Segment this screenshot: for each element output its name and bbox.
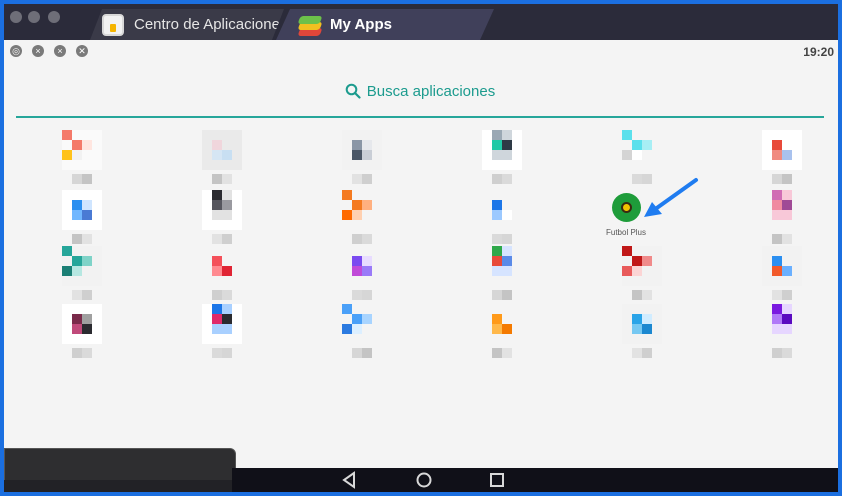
obscured-app-icon — [622, 304, 662, 344]
obscured-app-tile[interactable] — [162, 130, 282, 188]
obscured-app-tile[interactable] — [162, 246, 282, 304]
obscured-app-icon — [62, 246, 102, 286]
obscured-app-label — [162, 348, 282, 360]
obscured-app-icon — [62, 304, 102, 344]
obscured-app-tile[interactable] — [442, 130, 562, 188]
obscured-app-tile[interactable] — [722, 130, 838, 188]
app-grid — [4, 4, 838, 492]
obscured-app-icon — [202, 246, 242, 286]
obscured-app-label — [162, 290, 282, 302]
obscured-app-label — [722, 234, 838, 246]
obscured-app-label — [442, 174, 562, 186]
obscured-app-tile[interactable] — [302, 304, 422, 362]
obscured-app-icon — [622, 246, 662, 286]
bluestacks-window: Centro de Aplicaciones My Apps ◎ × × ✕ 1… — [4, 4, 838, 492]
obscured-app-tile[interactable] — [22, 130, 142, 188]
obscured-app-tile[interactable] — [162, 190, 282, 248]
obscured-app-icon — [482, 190, 522, 230]
recents-icon[interactable] — [488, 471, 506, 489]
obscured-app-label — [162, 234, 282, 246]
obscured-app-label — [442, 348, 562, 360]
obscured-app-icon — [762, 304, 802, 344]
obscured-app-label — [302, 290, 422, 302]
obscured-app-tile[interactable] — [302, 190, 422, 248]
obscured-app-tile[interactable] — [442, 190, 562, 248]
obscured-app-icon — [342, 304, 382, 344]
obscured-app-tile[interactable] — [722, 304, 838, 362]
obscured-app-icon — [762, 130, 802, 170]
obscured-app-tile[interactable] — [722, 190, 838, 248]
obscured-app-label — [582, 348, 702, 360]
host-dock-bottom — [4, 480, 266, 492]
obscured-app-icon — [202, 130, 242, 170]
window-frame: Centro de Aplicaciones My Apps ◎ × × ✕ 1… — [0, 0, 842, 496]
obscured-app-tile[interactable] — [582, 246, 702, 304]
obscured-app-icon — [482, 246, 522, 286]
obscured-app-label — [722, 290, 838, 302]
obscured-app-icon — [622, 130, 662, 170]
obscured-app-label — [442, 290, 562, 302]
obscured-app-label — [162, 174, 282, 186]
obscured-app-tile[interactable] — [442, 246, 562, 304]
obscured-app-label — [22, 174, 142, 186]
obscured-app-tile[interactable] — [22, 190, 142, 248]
obscured-app-tile[interactable] — [162, 304, 282, 362]
obscured-app-tile[interactable] — [442, 304, 562, 362]
obscured-app-icon — [762, 190, 802, 230]
obscured-app-label — [22, 348, 142, 360]
soccer-ball-icon — [621, 202, 632, 213]
annotation-arrow — [644, 178, 698, 217]
obscured-app-tile[interactable] — [302, 130, 422, 188]
obscured-app-label — [22, 234, 142, 246]
futbol-plus-app-label: Futbol Plus — [605, 228, 647, 237]
obscured-app-tile[interactable] — [302, 246, 422, 304]
obscured-app-icon — [482, 130, 522, 170]
obscured-app-icon — [342, 130, 382, 170]
obscured-app-icon — [202, 304, 242, 344]
obscured-app-tile[interactable] — [722, 246, 838, 304]
obscured-app-label — [302, 234, 422, 246]
obscured-app-tile[interactable] — [582, 304, 702, 362]
obscured-app-label — [302, 174, 422, 186]
obscured-app-icon — [482, 304, 522, 344]
obscured-app-tile[interactable] — [22, 246, 142, 304]
obscured-app-label — [442, 234, 562, 246]
obscured-app-icon — [202, 190, 242, 230]
obscured-app-icon — [342, 190, 382, 230]
obscured-app-label — [302, 348, 422, 360]
obscured-app-icon — [762, 246, 802, 286]
android-nav-bar — [232, 468, 838, 492]
obscured-app-icon — [342, 246, 382, 286]
obscured-app-label — [722, 348, 838, 360]
obscured-app-label — [722, 174, 838, 186]
back-icon[interactable] — [340, 471, 358, 489]
obscured-app-icon — [62, 190, 102, 230]
obscured-app-label — [22, 290, 142, 302]
obscured-app-icon — [62, 130, 102, 170]
home-icon[interactable] — [415, 471, 433, 489]
obscured-app-tile[interactable] — [22, 304, 142, 362]
obscured-app-label — [582, 290, 702, 302]
futbol-plus-app-icon[interactable] — [612, 193, 641, 222]
